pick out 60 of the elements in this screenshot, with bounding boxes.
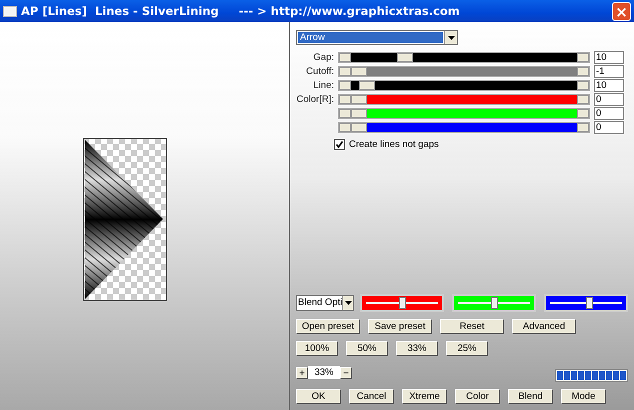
scroll-right-button[interactable] bbox=[577, 67, 589, 76]
slider-label: Line: bbox=[312, 80, 334, 91]
scroll-left-button[interactable] bbox=[339, 123, 351, 132]
slider-thumb[interactable] bbox=[359, 81, 376, 90]
value-field[interactable]: 0 bbox=[594, 107, 624, 120]
value-field[interactable]: 0 bbox=[594, 121, 624, 134]
checkbox[interactable] bbox=[334, 139, 345, 150]
zoom-in-button[interactable]: + bbox=[296, 366, 308, 378]
action-button[interactable]: OK bbox=[296, 389, 341, 404]
scroll-left-button[interactable] bbox=[339, 109, 351, 118]
preset-button[interactable]: Save preset bbox=[368, 319, 432, 334]
preset-dropdown[interactable]: Arrow bbox=[296, 30, 458, 45]
checkbox-label: Create lines not gaps bbox=[349, 139, 439, 150]
blend-dropdown[interactable]: Blend Opti bbox=[296, 295, 354, 311]
slider-thumb[interactable] bbox=[490, 297, 498, 309]
zoom-button[interactable]: 50% bbox=[346, 341, 388, 356]
value-field[interactable]: 10 bbox=[594, 79, 624, 92]
scroll-right-button[interactable] bbox=[577, 81, 589, 90]
scroll-left-button[interactable] bbox=[339, 53, 351, 62]
scroll-right-button[interactable] bbox=[577, 95, 589, 104]
slider-label: Color[R]: bbox=[296, 94, 334, 105]
slider-thumb[interactable] bbox=[351, 67, 367, 76]
blend-slider[interactable] bbox=[360, 294, 444, 312]
slider-thumb[interactable] bbox=[351, 123, 367, 132]
action-button[interactable]: Blend bbox=[508, 389, 553, 404]
zoom-button[interactable]: 25% bbox=[446, 341, 488, 356]
scroll-left-button[interactable] bbox=[339, 95, 351, 104]
value-field[interactable]: 10 bbox=[594, 51, 624, 64]
scroll-right-button[interactable] bbox=[577, 53, 589, 62]
slider-thumb[interactable] bbox=[351, 109, 367, 118]
scroll-right-button[interactable] bbox=[577, 123, 589, 132]
slider-label: Cutoff: bbox=[305, 66, 334, 77]
window-icon bbox=[3, 6, 17, 16]
value-field[interactable]: 0 bbox=[594, 93, 624, 106]
slider-thumb[interactable] bbox=[398, 297, 406, 309]
window-title: AP [Lines] Lines - SilverLining --- > http://www.graphicxtras.com bbox=[21, 4, 461, 18]
action-button[interactable]: Color bbox=[455, 389, 500, 404]
caret-icon bbox=[448, 36, 454, 40]
value-field[interactable]: -1 bbox=[594, 65, 624, 78]
action-button[interactable]: Xtreme bbox=[402, 389, 447, 404]
preset-button[interactable]: Reset bbox=[440, 319, 504, 334]
action-button[interactable]: Cancel bbox=[349, 389, 394, 404]
scroll-right-button[interactable] bbox=[577, 109, 589, 118]
slider-thumb[interactable] bbox=[586, 297, 593, 309]
action-button[interactable]: Mode bbox=[561, 389, 606, 404]
close-button[interactable]: × bbox=[612, 2, 631, 20]
scroll-left-button[interactable] bbox=[339, 67, 351, 76]
preset-button[interactable]: Advanced bbox=[512, 319, 576, 334]
preset-button[interactable]: Open preset bbox=[296, 319, 360, 334]
zoom-button[interactable]: 100% bbox=[296, 341, 338, 356]
blend-slider[interactable] bbox=[544, 294, 628, 312]
zoom-out-button[interactable]: − bbox=[340, 366, 352, 378]
scroll-left-button[interactable] bbox=[339, 81, 351, 90]
blend-slider[interactable] bbox=[452, 294, 536, 312]
zoom-button[interactable]: 33% bbox=[396, 341, 438, 356]
slider-thumb[interactable] bbox=[351, 95, 367, 104]
zoom-value: 33% bbox=[308, 366, 340, 379]
slider-label: Gap: bbox=[312, 52, 334, 63]
slider-thumb[interactable] bbox=[397, 53, 414, 62]
caret-icon bbox=[344, 301, 352, 305]
